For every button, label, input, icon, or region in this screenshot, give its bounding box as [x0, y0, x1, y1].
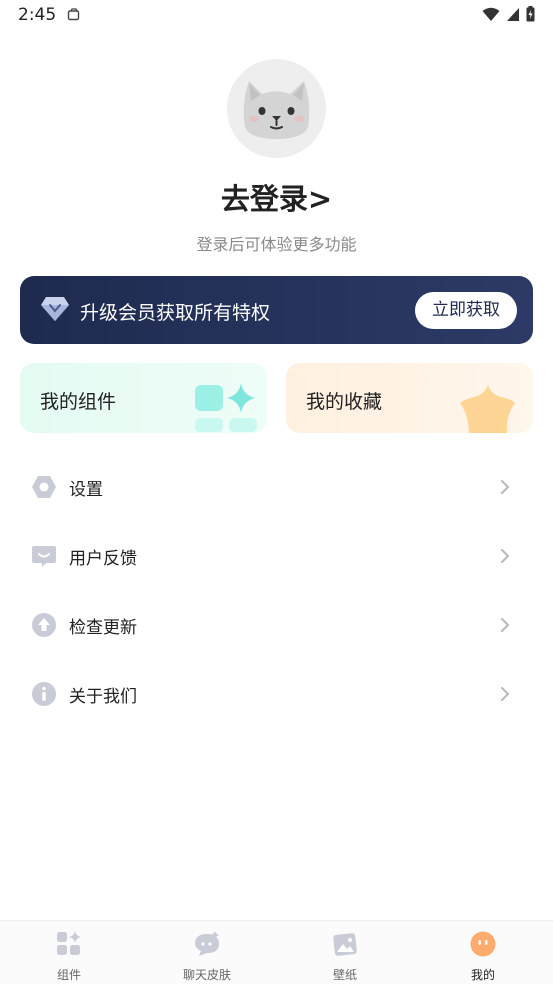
status-bar: 2:45 — [0, 0, 553, 32]
my-favorites-card[interactable]: 我的收藏 — [286, 363, 533, 433]
chevron-right-icon — [501, 618, 509, 632]
wifi-icon — [482, 7, 500, 21]
login-subtitle: 登录后可体验更多功能 — [196, 235, 357, 254]
upload-arrow-icon — [32, 613, 56, 637]
profile-page: 2:45 去登录> 登录后可体验更多功能 升级会员获取所有特权 立即获取 我的组… — [0, 0, 553, 984]
menu-item-check-update[interactable]: 检查更新 — [0, 595, 553, 655]
nav-tab-mine[interactable]: 我的 — [414, 921, 552, 984]
menu-label-feedback: 用户反馈 — [69, 549, 137, 569]
status-time: 2:45 — [18, 5, 57, 25]
notification-icon — [67, 8, 80, 21]
nav-tab-chat-skin[interactable]: 聊天皮肤 — [138, 921, 276, 984]
my-favorites-label: 我的收藏 — [306, 391, 383, 413]
menu-item-settings[interactable]: 设置 — [0, 457, 553, 517]
my-widgets-label: 我的组件 — [40, 391, 117, 413]
wallpaper-icon — [333, 933, 357, 956]
chevron-right-icon — [501, 480, 509, 494]
menu-label-check-update: 检查更新 — [69, 618, 137, 638]
diamond-icon — [41, 297, 69, 321]
nav-label-chat-skin: 聊天皮肤 — [182, 968, 231, 982]
hexagon-settings-icon — [32, 476, 56, 498]
nav-label-widgets: 组件 — [56, 968, 81, 982]
bottom-nav: 组件 聊天皮肤 壁纸 我的 — [0, 920, 553, 984]
chat-skin-icon — [195, 931, 219, 956]
chevron-right-icon — [501, 549, 509, 563]
nav-tab-widgets[interactable]: 组件 — [0, 921, 138, 984]
widgets-icon — [57, 931, 81, 955]
profile-face-icon — [470, 931, 496, 957]
cat-avatar-icon — [243, 81, 310, 139]
nav-tab-wallpaper[interactable]: 壁纸 — [276, 921, 414, 984]
nav-label-mine: 我的 — [470, 968, 495, 982]
nav-label-wallpaper: 壁纸 — [332, 968, 357, 982]
vip-banner[interactable]: 升级会员获取所有特权 立即获取 — [20, 276, 533, 344]
info-icon — [32, 682, 56, 706]
menu-item-about[interactable]: 关于我们 — [0, 664, 553, 724]
menu-label-settings: 设置 — [69, 480, 103, 500]
login-title[interactable]: 去登录> — [0, 176, 553, 218]
signal-icon — [507, 7, 519, 21]
widgets-sparkle-icon — [195, 383, 257, 432]
vip-banner-text: 升级会员获取所有特权 — [80, 302, 271, 324]
my-widgets-card[interactable]: 我的组件 — [20, 363, 267, 433]
chat-feedback-icon — [32, 546, 56, 567]
menu-label-about: 关于我们 — [69, 687, 137, 707]
chevron-right-icon — [501, 687, 509, 701]
get-vip-button[interactable]: 立即获取 — [415, 292, 517, 329]
menu-item-feedback[interactable]: 用户反馈 — [0, 526, 553, 586]
star-icon — [460, 385, 515, 433]
status-icons — [482, 6, 535, 22]
avatar[interactable] — [227, 59, 326, 158]
battery-icon — [526, 6, 535, 22]
